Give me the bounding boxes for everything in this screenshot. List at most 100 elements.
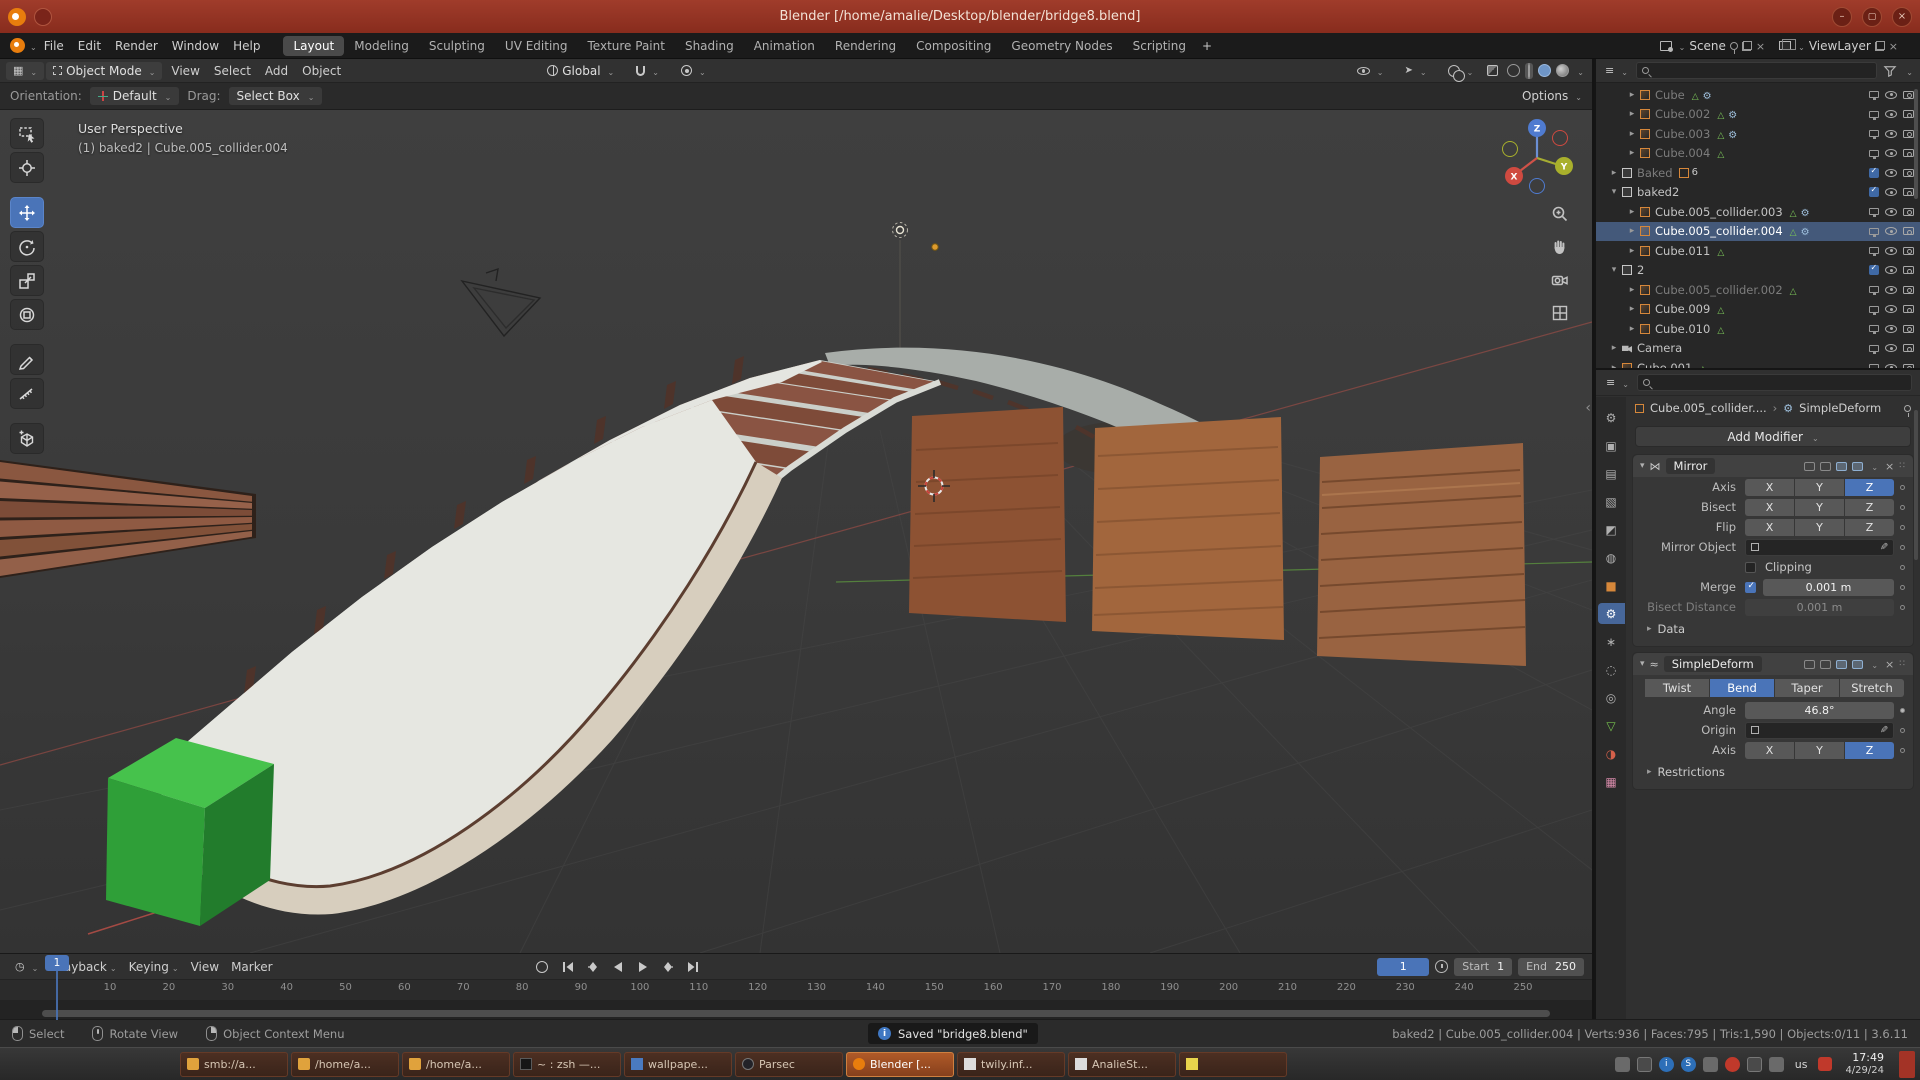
viewport-3d[interactable]: User Perspective (1) baked2 | Cube.005_c…	[0, 110, 1592, 953]
pin-icon[interactable]	[1904, 405, 1911, 412]
current-frame-field[interactable]: 1	[1377, 958, 1429, 976]
jump-to-start-button[interactable]	[557, 958, 579, 976]
tool-rotate[interactable]	[10, 231, 44, 262]
timeline-scrollbar[interactable]	[42, 1010, 1550, 1017]
remove-modifier-icon[interactable]: ×	[1885, 460, 1894, 473]
disable-viewport-icon[interactable]	[1869, 228, 1879, 235]
window-minimize-button[interactable]	[1832, 7, 1852, 27]
breadcrumb-modifier[interactable]: SimpleDeform	[1799, 401, 1881, 415]
prev-keyframe-button[interactable]	[582, 958, 604, 976]
overlays-dropdown[interactable]	[1441, 62, 1481, 80]
merge-value-field[interactable]: 0.001 m	[1763, 579, 1894, 596]
eyedropper-icon[interactable]: ✎	[1880, 725, 1888, 736]
hide-eye-icon[interactable]	[1885, 266, 1897, 274]
hide-eye-icon[interactable]	[1885, 286, 1897, 294]
visibility-dropdown[interactable]	[1350, 62, 1391, 80]
camera-object[interactable]	[462, 269, 540, 336]
deform-mode-tab[interactable]: Taper	[1775, 679, 1839, 697]
disable-viewport-icon[interactable]	[1869, 150, 1879, 157]
next-keyframe-button[interactable]	[657, 958, 679, 976]
proportional-edit-dropdown[interactable]	[674, 62, 713, 80]
outliner-row[interactable]: Cube.003	[1596, 124, 1920, 144]
end-frame-field[interactable]: End250	[1518, 958, 1584, 976]
tab-material[interactable]: ◑	[1598, 743, 1625, 764]
shading-wireframe-button[interactable]	[1507, 64, 1520, 77]
disable-render-icon[interactable]	[1903, 247, 1914, 255]
disable-viewport-icon[interactable]	[1869, 345, 1879, 352]
orientation-dropdown[interactable]: Default	[90, 87, 180, 105]
pan-hand-icon[interactable]	[1548, 235, 1572, 259]
start-frame-field[interactable]: Start1	[1454, 958, 1512, 976]
editor-type-button[interactable]: ▦	[6, 62, 44, 80]
outliner-row[interactable]: Cube.010	[1596, 319, 1920, 339]
wood-plane-3[interactable]	[1317, 443, 1526, 666]
bisect-distance-field[interactable]: 0.001 m	[1745, 599, 1894, 616]
launcher-icon[interactable]	[73, 1058, 86, 1071]
gizmo-y-neg-ball[interactable]	[1503, 142, 1518, 157]
collection-checkbox[interactable]	[1869, 168, 1879, 178]
shading-caret-icon[interactable]	[1574, 64, 1584, 78]
mode-dropdown[interactable]: Object Mode	[46, 62, 162, 80]
outliner-row[interactable]: Cube.001	[1596, 358, 1920, 368]
gizmo-x-neg-ball[interactable]	[1553, 131, 1568, 146]
tool-cursor[interactable]	[10, 152, 44, 183]
edit-mode-display-toggle[interactable]	[1804, 462, 1815, 471]
viewport-menu-item[interactable]: Add	[258, 62, 295, 80]
hide-eye-icon[interactable]	[1885, 325, 1897, 333]
tool-scale[interactable]	[10, 265, 44, 296]
topbar-menu-item[interactable]: Window	[165, 37, 226, 55]
outliner-row[interactable]: Cube.005_collider.002	[1596, 280, 1920, 300]
disable-viewport-icon[interactable]	[1869, 130, 1879, 137]
realtime-display-toggle[interactable]	[1836, 462, 1847, 471]
modifier-extras-caret[interactable]	[1868, 459, 1878, 473]
filter-icon[interactable]	[1883, 65, 1897, 77]
launcher-icon[interactable]	[107, 1058, 120, 1071]
disable-viewport-icon[interactable]	[1869, 208, 1879, 215]
scene-name[interactable]: Scene	[1689, 39, 1726, 53]
disable-viewport-icon[interactable]	[1869, 91, 1879, 98]
hide-eye-icon[interactable]	[1885, 227, 1897, 235]
tab-output[interactable]: ▤	[1598, 463, 1625, 484]
outliner-editor-type-button[interactable]: ≡	[1603, 62, 1630, 80]
launcher-icon[interactable]	[39, 1058, 52, 1071]
hide-eye-icon[interactable]	[1885, 149, 1897, 157]
expand-arrow-icon[interactable]	[1626, 148, 1638, 158]
viewlayer-caret-icon[interactable]	[1795, 39, 1805, 53]
launcher-icon[interactable]	[22, 1058, 35, 1071]
data-section-header[interactable]: Data	[1641, 620, 1905, 638]
outliner-row[interactable]: Cube.009	[1596, 300, 1920, 320]
shading-solid-button[interactable]	[1525, 63, 1533, 79]
scene-selector[interactable]: Scene	[1660, 39, 1766, 53]
remove-viewlayer-icon[interactable]	[1889, 39, 1898, 53]
tab-render[interactable]: ▣	[1598, 435, 1625, 456]
viewport-menu-item[interactable]: Select	[207, 62, 258, 80]
disable-render-icon[interactable]	[1903, 91, 1914, 99]
animate-dot[interactable]	[1900, 708, 1905, 713]
window-menu-icon[interactable]	[34, 8, 52, 26]
taskbar-window-button[interactable]: /home/a...	[291, 1052, 399, 1077]
timeline-menu-item[interactable]: Keying	[123, 958, 185, 976]
tray-icon[interactable]	[1615, 1057, 1630, 1072]
topbar-menu-item[interactable]: Render	[108, 37, 165, 55]
launcher-icon[interactable]	[141, 1058, 154, 1071]
cage-display-toggle[interactable]	[1820, 462, 1831, 471]
eyedropper-icon[interactable]: ✎	[1880, 542, 1888, 553]
animate-dot[interactable]	[1900, 485, 1905, 490]
play-reverse-button[interactable]	[607, 958, 629, 976]
taskbar-window-button[interactable]	[1179, 1052, 1287, 1077]
sidebar-toggle-arrow[interactable]: ‹	[1585, 400, 1591, 416]
wooden-walkway-object[interactable]	[0, 460, 256, 578]
disable-render-icon[interactable]	[1903, 325, 1914, 333]
updates-tray-icon[interactable]	[1818, 1057, 1832, 1071]
viewlayer-selector[interactable]: ViewLayer	[1779, 39, 1898, 53]
modifier-name-field[interactable]: Mirror	[1666, 458, 1716, 474]
launcher-icon[interactable]	[90, 1058, 103, 1071]
wood-plane-2[interactable]	[1092, 417, 1284, 640]
window-maximize-button[interactable]	[1862, 7, 1882, 27]
snap-dropdown[interactable]	[629, 62, 666, 80]
tab-scene[interactable]: ◩	[1598, 519, 1625, 540]
auto-keying-icon[interactable]	[1435, 960, 1448, 973]
workspace-tab[interactable]: Scripting	[1123, 36, 1196, 56]
topbar-menu-item[interactable]: Edit	[71, 37, 108, 55]
transform-orientation-dropdown[interactable]: Global	[540, 62, 621, 80]
